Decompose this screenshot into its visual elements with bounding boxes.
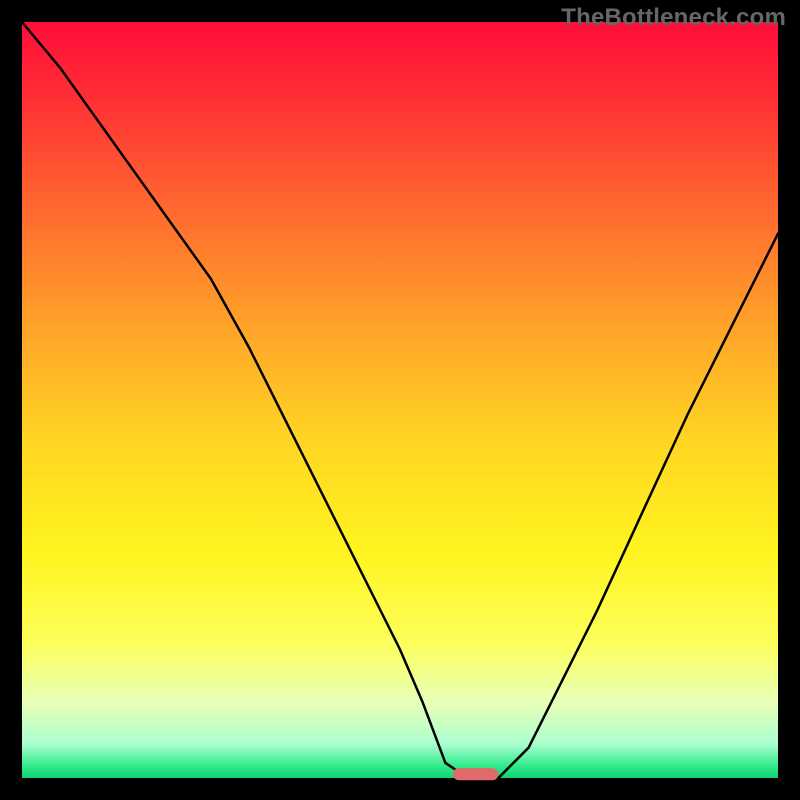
watermark-text: TheBottleneck.com [561,4,786,32]
bottleneck-chart [0,0,800,800]
plot-background [22,22,778,778]
optimal-marker [453,768,498,780]
